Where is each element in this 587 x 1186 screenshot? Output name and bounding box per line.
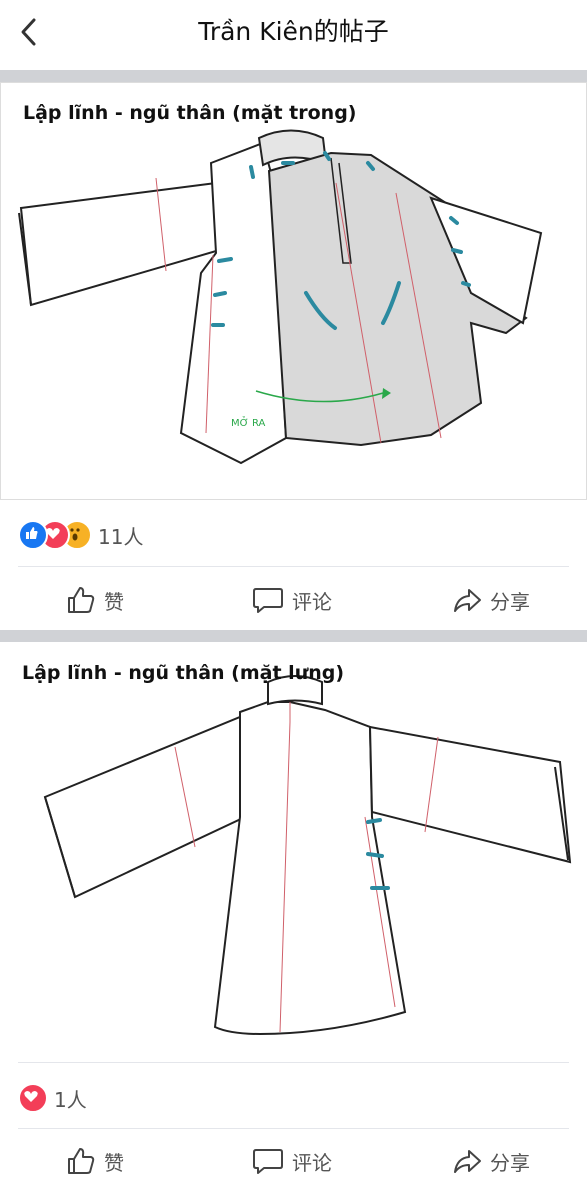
comment-label: 评论: [292, 1150, 332, 1175]
share-label: 分享: [490, 1150, 530, 1175]
comment-icon: [253, 588, 283, 613]
share-button[interactable]: 分享: [452, 575, 530, 625]
post-actions: 赞 评论 分享: [0, 1136, 587, 1186]
comment-icon: [253, 1149, 283, 1174]
like-button[interactable]: 赞: [66, 575, 124, 625]
section-separator: [0, 70, 587, 82]
top-bar: Trần Kiên的帖子: [0, 0, 587, 64]
post-actions: 赞 评论 分享: [0, 575, 587, 625]
reactions-summary[interactable]: 11人: [18, 520, 143, 550]
annotation-label: MỞ RA: [231, 415, 265, 429]
comment-button[interactable]: 评论: [252, 575, 332, 625]
jacket-back-drawing: [43, 675, 572, 1036]
like-button[interactable]: 赞: [66, 1136, 124, 1186]
reaction-count: 1人: [54, 1087, 87, 1112]
reactions-summary[interactable]: 1人: [18, 1083, 87, 1113]
share-button[interactable]: 分享: [452, 1136, 530, 1186]
thumbs-up-icon: [68, 1148, 95, 1174]
comment-button[interactable]: 评论: [252, 1136, 332, 1186]
like-label: 赞: [104, 1150, 124, 1175]
section-separator: [0, 630, 587, 642]
thumbs-up-icon: [68, 587, 95, 613]
jacket-inner-drawing: MỞ RA: [18, 129, 543, 465]
like-label: 赞: [104, 589, 124, 614]
divider: [18, 1128, 569, 1129]
post-image-back[interactable]: Lập lĩnh - ngũ thân (mặt lưng): [0, 642, 587, 1060]
page-title: Trần Kiên的帖子: [198, 17, 389, 46]
divider: [18, 1062, 569, 1063]
share-icon: [454, 1150, 481, 1173]
comment-label: 评论: [292, 589, 332, 614]
post-image-inner[interactable]: MỞ RA Lập lĩnh - ngũ thân (mặt trong): [0, 82, 587, 500]
post-caption: Lập lĩnh - ngũ thân (mặt trong): [23, 102, 357, 124]
reaction-count: 11人: [98, 524, 144, 549]
love-reaction-icon: [18, 1083, 48, 1113]
post-caption: Lập lĩnh - ngũ thân (mặt lưng): [22, 662, 345, 684]
share-icon: [454, 589, 481, 612]
like-reaction-icon: [18, 520, 48, 550]
share-label: 分享: [490, 589, 530, 614]
divider: [18, 566, 569, 567]
